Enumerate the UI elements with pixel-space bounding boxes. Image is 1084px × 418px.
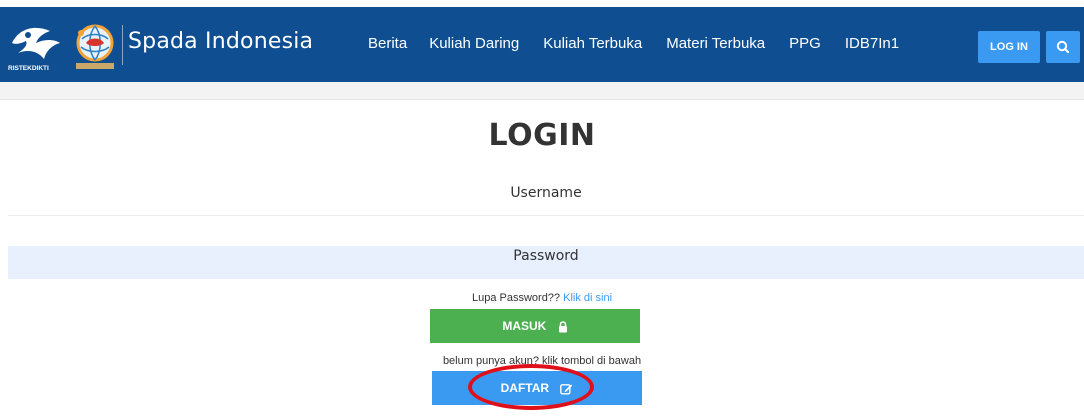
nav-item-idb7in1[interactable]: IDB7In1 [845,35,899,52]
main-nav: Berita Kuliah Daring Kuliah Terbuka Mate… [368,35,923,52]
username-placeholder: Username [510,185,582,201]
ristekdikti-logo[interactable]: RISTEKDIKTI [6,21,64,73]
nav-item-materi-terbuka[interactable]: Materi Terbuka [666,35,765,52]
page-title: LOGIN [488,118,596,153]
ristekdikti-label: RISTEKDIKTI [8,65,49,72]
daftar-button[interactable]: DAFTAR [432,371,642,405]
brand-name[interactable]: Spada Indonesia [128,29,313,54]
login-button[interactable]: LOG IN [978,31,1040,63]
edit-icon [560,383,573,395]
register-hint: belum punya akun? klik tombol di bawah [442,355,642,367]
username-underline [8,215,1084,216]
search-icon [1056,40,1070,54]
nav-item-berita[interactable]: Berita [368,35,407,52]
username-field[interactable]: Username [8,178,1084,208]
spada-globe-logo[interactable] [72,21,118,73]
forgot-password-text: Lupa Password?? [471,292,561,304]
password-field[interactable]: Password [8,246,1084,279]
daftar-label: DAFTAR [500,381,550,395]
forgot-password-row: Lupa Password?? Klik di sini [0,292,1084,304]
brand-separator [122,25,123,65]
navbar: RISTEKDIKTI Spada Indonesia Berita Kulia… [0,7,1084,82]
nav-item-kuliah-terbuka[interactable]: Kuliah Terbuka [543,35,642,52]
nav-item-ppg[interactable]: PPG [789,35,821,52]
top-strip [0,0,1084,7]
lock-icon [558,321,567,333]
masuk-label: MASUK [502,319,547,333]
search-button[interactable] [1046,31,1080,63]
subheader-band [0,82,1084,100]
password-placeholder: Password [513,248,579,264]
nav-item-kuliah-daring[interactable]: Kuliah Daring [429,35,519,52]
forgot-password-link[interactable]: Klik di sini [563,292,612,304]
masuk-button[interactable]: MASUK [430,309,640,343]
